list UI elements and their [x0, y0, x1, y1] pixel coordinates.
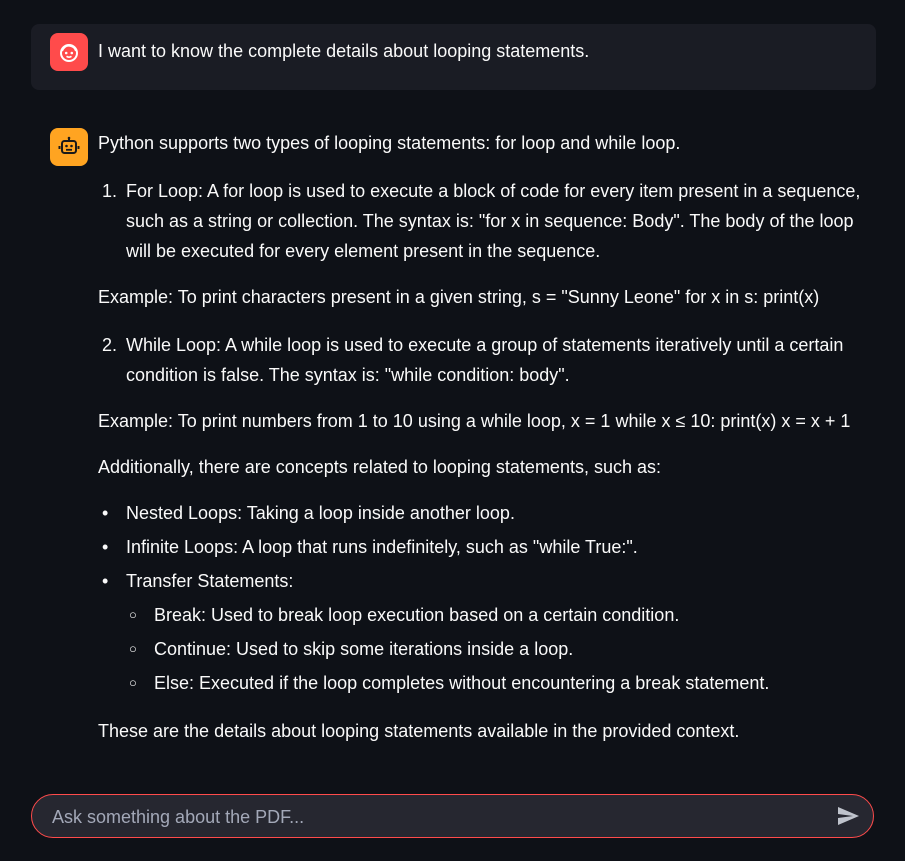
example-for-loop: Example: To print characters present in …: [98, 287, 820, 307]
bullet: •: [102, 571, 109, 591]
sub-bullet: ○: [129, 675, 137, 690]
transfer-statements-list: ○ Break: Used to break loop execution ba…: [126, 598, 868, 700]
list-item-while-loop: 2. While Loop: A while loop is used to e…: [98, 330, 868, 390]
sub-bullet: ○: [129, 607, 137, 622]
list-item-text: Transfer Statements:: [126, 571, 294, 591]
example-while-loop: Example: To print numbers from 1 to 10 u…: [98, 411, 851, 431]
user-avatar: [50, 33, 88, 71]
chat-input[interactable]: [50, 795, 834, 839]
sub-list-item-text: Continue: Used to skip some iterations i…: [154, 639, 574, 659]
send-button[interactable]: [835, 803, 861, 829]
list-item-text: While Loop: A while loop is used to exec…: [126, 335, 844, 385]
additional-concepts-text: Additionally, there are concepts related…: [98, 457, 661, 477]
closing-text: These are the details about looping stat…: [98, 721, 740, 741]
assistant-avatar: [50, 128, 88, 166]
user-message: I want to know the complete details abou…: [31, 24, 876, 90]
list-item-text: Infinite Loops: A loop that runs indefin…: [126, 537, 638, 557]
list-item-text: For Loop: A for loop is used to execute …: [126, 181, 861, 261]
chat-page: I want to know the complete details abou…: [0, 0, 905, 861]
assistant-intro: Python supports two types of looping sta…: [98, 133, 681, 153]
sub-bullet: ○: [129, 641, 137, 656]
sub-list-item: ○ Continue: Used to skip some iterations…: [126, 632, 868, 666]
list-number: 1.: [102, 181, 118, 201]
robot-icon: [58, 136, 80, 154]
assistant-message: Python supports two types of looping sta…: [98, 130, 868, 744]
send-icon: [838, 807, 859, 825]
bullet: •: [102, 503, 109, 523]
bullet: •: [102, 537, 109, 557]
list-item: • Transfer Statements: ○ Break: Used to …: [98, 564, 868, 700]
concepts-list: • Nested Loops: Taking a loop inside ano…: [98, 496, 868, 700]
sub-list-item: ○ Else: Executed if the loop completes w…: [126, 666, 868, 700]
sub-list-item: ○ Break: Used to break loop execution ba…: [126, 598, 868, 632]
list-item: • Nested Loops: Taking a loop inside ano…: [98, 496, 868, 530]
ordered-list-2: 2. While Loop: A while loop is used to e…: [98, 330, 868, 390]
ordered-list-1: 1. For Loop: A for loop is used to execu…: [98, 176, 868, 266]
chat-input-bar: [31, 794, 874, 839]
list-item-text: Nested Loops: Taking a loop inside anoth…: [126, 503, 515, 523]
sub-list-item-text: Break: Used to break loop execution base…: [154, 605, 680, 625]
list-item: • Infinite Loops: A loop that runs indef…: [98, 530, 868, 564]
list-number: 2.: [102, 335, 118, 355]
sub-list-item-text: Else: Executed if the loop completes wit…: [154, 673, 770, 693]
user-face-icon: [60, 44, 78, 62]
list-item-for-loop: 1. For Loop: A for loop is used to execu…: [98, 176, 868, 266]
user-message-text: I want to know the complete details abou…: [98, 41, 590, 61]
